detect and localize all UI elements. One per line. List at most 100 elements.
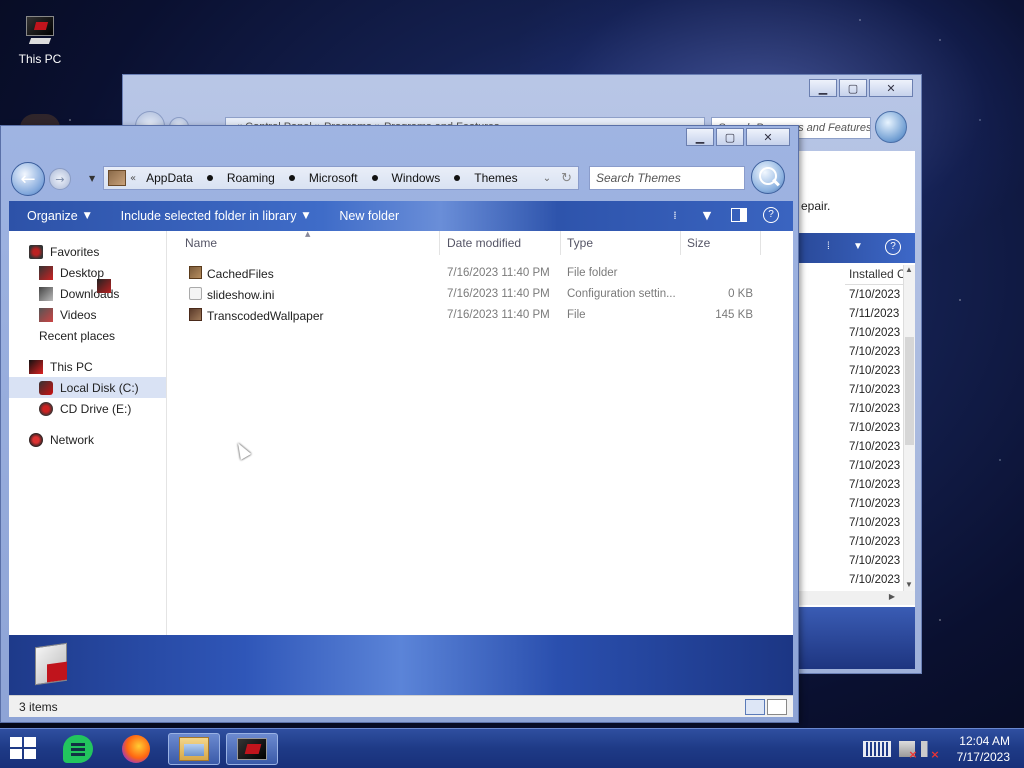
network-icon [29,432,43,447]
breadcrumb-windows[interactable]: Windows [392,171,441,185]
scroll-up-icon[interactable]: ▲ [905,265,913,274]
installed-date[interactable]: 7/10/2023 [849,382,900,401]
nav-this-pc[interactable]: This PC [9,356,166,377]
nav-recent-places[interactable]: Recent places [9,279,166,346]
column-divider[interactable] [560,231,561,255]
scroll-right-icon[interactable]: ▶ [889,592,895,601]
breadcrumb-overflow[interactable]: « [130,173,136,184]
breadcrumb-separator-icon[interactable] [206,175,213,181]
installed-date[interactable]: 7/10/2023 [849,515,900,534]
installed-date[interactable]: 7/10/2023 [849,344,900,363]
column-divider[interactable] [760,231,761,255]
installed-date[interactable]: 7/10/2023 [849,325,900,344]
taskbar-firefox[interactable] [110,733,162,765]
bg-scroll-thumb[interactable] [905,337,914,445]
close-button[interactable]: ✕ [746,128,790,146]
breadcrumb-themes[interactable]: Themes [474,171,517,185]
bg-view-options-icon[interactable]: ⁞ [827,241,830,252]
column-divider[interactable] [439,231,440,255]
column-name[interactable]: Name [185,236,217,250]
bg-maximize-button[interactable]: ▢ [839,79,867,97]
include-library-label: Include selected folder in library [120,209,297,223]
videos-icon [39,307,53,322]
sort-ascending-icon: ▲ [305,230,311,238]
taskbar-notes-app[interactable] [52,733,104,765]
installed-date[interactable]: 7/11/2023 [849,306,900,325]
bg-vertical-scrollbar[interactable]: ▲ ▼ [903,265,915,591]
installed-date[interactable]: 7/10/2023 [849,363,900,382]
nav-cd-drive-e[interactable]: CD Drive (E:) [9,398,166,419]
file-size: 145 KB [715,309,753,321]
breadcrumb-separator-icon[interactable] [288,175,295,181]
address-dropdown-icon[interactable]: ⌄ [543,173,551,184]
column-date-modified[interactable]: Date modified [447,236,521,250]
file-name: CachedFiles [207,267,274,281]
file-name: slideshow.ini [207,288,275,302]
forward-button[interactable]: → [49,168,71,190]
taskbar-file-explorer[interactable] [168,733,220,765]
installed-date[interactable]: 7/10/2023 [849,287,900,306]
installed-date[interactable]: 7/10/2023 [849,534,900,553]
file-name: TranscodedWallpaper [207,309,324,323]
search-input[interactable]: Search Themes [589,166,745,190]
details-view-icon[interactable] [745,699,765,715]
desktop-icon-this-pc[interactable]: This PC [12,14,68,66]
large-icons-view-icon[interactable] [767,699,787,715]
installed-date[interactable]: 7/10/2023 [849,439,900,458]
new-folder-button[interactable]: New folder [339,209,399,223]
taskbar-this-pc[interactable] [226,733,278,765]
installed-date[interactable]: 7/10/2023 [849,401,900,420]
breadcrumb-appdata[interactable]: AppData [146,171,193,185]
minimize-button[interactable]: ▁ [686,128,714,146]
installed-date[interactable]: 7/10/2023 [849,477,900,496]
include-in-library-button[interactable]: Include selected folder in library ▼ [121,209,310,223]
start-button[interactable] [10,737,38,761]
change-view-icon[interactable]: ⁞ [667,207,683,223]
clock[interactable]: 12:04 AM 7/17/2023 [957,733,1010,765]
installed-date[interactable]: 7/10/2023 [849,458,900,477]
column-divider[interactable] [680,231,681,255]
organize-button[interactable]: Organize ▼ [27,209,91,223]
installed-date[interactable]: 7/10/2023 [849,420,900,439]
bg-minimize-button[interactable]: ▁ [809,79,837,97]
bg-close-button[interactable]: ✕ [869,79,913,97]
back-button[interactable]: ← [11,162,45,196]
breadcrumb-separator-icon[interactable] [454,175,461,181]
installed-date[interactable]: 7/10/2023 [849,553,900,572]
column-type[interactable]: Type [567,236,593,250]
nav-network[interactable]: Network [9,429,166,450]
volume-muted-icon[interactable] [920,741,940,761]
keyboard-icon[interactable] [862,741,891,757]
refresh-icon[interactable]: ↻ [561,171,572,186]
bg-search-icon[interactable] [875,111,907,143]
nav-videos[interactable]: Videos [9,304,166,325]
nav-local-disk-c[interactable]: Local Disk (C:) [9,377,166,398]
breadcrumb: AppData Roaming Microsoft Windows Themes [146,171,531,185]
address-bar[interactable]: « AppData Roaming Microsoft Windows Them… [103,166,579,190]
search-icon[interactable] [751,160,785,194]
file-explorer-window[interactable]: ▁ ▢ ✕ ← → ▼ « AppData Roaming Microsoft … [0,125,799,723]
view-options-dropdown-icon[interactable]: ▼ [699,207,715,223]
nav-downloads[interactable]: Downloads [9,283,166,304]
file-row-slideshow-ini[interactable]: slideshow.ini 7/16/2023 11:40 PM Configu… [167,284,793,305]
nav-favorites[interactable]: Favorites [9,241,166,262]
bg-view-dropdown-icon[interactable]: ▼ [853,241,863,252]
maximize-button[interactable]: ▢ [716,128,744,146]
file-row-cachedfiles[interactable]: CachedFiles 7/16/2023 11:40 PM File fold… [167,263,793,284]
help-icon[interactable]: ? [763,207,779,223]
installed-date[interactable]: 7/10/2023 [849,496,900,515]
breadcrumb-separator-icon[interactable] [371,175,378,181]
recent-locations-dropdown[interactable]: ▼ [89,174,95,183]
column-size[interactable]: Size [687,236,710,250]
scroll-down-icon[interactable]: ▼ [905,580,913,589]
installed-date[interactable]: 7/10/2023 [849,572,900,591]
nav-desktop[interactable]: Desktop [9,262,166,283]
preview-pane-icon[interactable] [731,208,747,222]
file-explorer-icon [179,737,209,761]
bg-horizontal-scrollbar[interactable]: ▶ [799,591,915,605]
file-row-transcodedwallpaper[interactable]: TranscodedWallpaper 7/16/2023 11:40 PM F… [167,305,793,326]
breadcrumb-microsoft[interactable]: Microsoft [309,171,358,185]
bg-help-icon[interactable]: ? [885,239,901,255]
network-disconnected-icon[interactable] [898,741,918,761]
breadcrumb-roaming[interactable]: Roaming [227,171,275,185]
